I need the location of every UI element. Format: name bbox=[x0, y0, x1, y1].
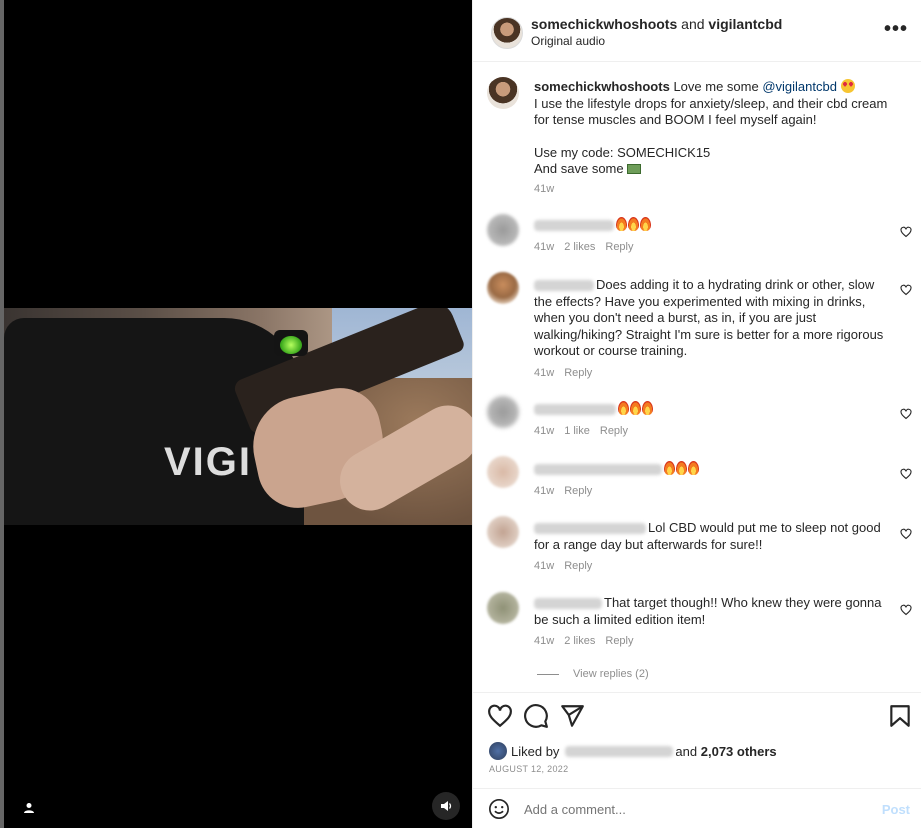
likes-count[interactable]: 2 likes bbox=[564, 241, 595, 253]
audio-label[interactable]: Original audio bbox=[531, 34, 605, 48]
view-replies-button[interactable]: View replies (2) bbox=[537, 668, 649, 680]
like-comment-icon[interactable] bbox=[900, 468, 912, 480]
caption-username[interactable]: somechickwhoshoots bbox=[534, 79, 670, 94]
reply-button[interactable]: Reply bbox=[600, 425, 628, 437]
user-tag-icon[interactable] bbox=[19, 798, 39, 818]
likes-count[interactable]: 2 likes bbox=[564, 635, 595, 647]
commenter-username[interactable] bbox=[534, 404, 616, 416]
emoji-icon[interactable] bbox=[488, 798, 510, 820]
avatar[interactable] bbox=[487, 516, 519, 548]
owner-username[interactable]: somechickwhoshoots bbox=[531, 16, 677, 32]
reply-button[interactable]: Reply bbox=[605, 635, 633, 647]
like-comment-icon[interactable] bbox=[900, 284, 912, 296]
fire-emoji bbox=[640, 217, 651, 231]
post-header: somechickwhoshoots and vigilantcbd Origi… bbox=[473, 0, 921, 62]
liker-username[interactable] bbox=[565, 745, 674, 757]
reply-button[interactable]: Reply bbox=[564, 560, 592, 572]
fire-emoji bbox=[616, 217, 627, 231]
like-comment-icon[interactable] bbox=[900, 528, 912, 540]
sound-icon[interactable] bbox=[432, 792, 460, 820]
share-icon[interactable] bbox=[559, 703, 585, 729]
avatar[interactable] bbox=[487, 592, 519, 624]
avatar[interactable] bbox=[487, 272, 519, 304]
reply-button[interactable]: Reply bbox=[564, 485, 592, 497]
post-button[interactable]: Post bbox=[882, 802, 910, 817]
fire-emoji bbox=[688, 461, 699, 475]
commenter-username[interactable] bbox=[534, 220, 614, 232]
avatar[interactable] bbox=[491, 17, 523, 49]
comment-icon[interactable] bbox=[523, 703, 549, 729]
timestamp: 41w bbox=[534, 182, 555, 195]
post-author-line: somechickwhoshoots and vigilantcbd bbox=[531, 16, 783, 32]
fire-emoji bbox=[630, 401, 641, 415]
avatar bbox=[489, 742, 507, 760]
commenter-username[interactable] bbox=[534, 523, 646, 535]
like-icon[interactable] bbox=[487, 703, 513, 729]
fire-emoji bbox=[642, 401, 653, 415]
like-comment-icon[interactable] bbox=[900, 604, 912, 616]
fire-emoji bbox=[676, 461, 687, 475]
post-date[interactable]: AUGUST 12, 2022 bbox=[489, 764, 568, 774]
caption-code: Use my code: SOMECHICK15 bbox=[534, 144, 711, 160]
post-actions: Liked by and 2,073 others AUGUST 12, 202… bbox=[473, 692, 921, 788]
mention-link[interactable]: @vigilantcbd bbox=[762, 79, 837, 94]
commenter-username[interactable] bbox=[534, 280, 594, 292]
likes-summary[interactable]: Liked by and 2,073 others bbox=[489, 742, 777, 760]
heart-eyes-emoji bbox=[840, 79, 855, 93]
post-sidebar: somechickwhoshoots and vigilantcbd Origi… bbox=[472, 0, 921, 828]
fire-emoji bbox=[628, 217, 639, 231]
more-options-icon[interactable]: ••• bbox=[884, 18, 908, 41]
like-comment-icon[interactable] bbox=[900, 408, 912, 420]
avatar[interactable] bbox=[487, 396, 519, 428]
fire-emoji bbox=[664, 461, 675, 475]
caption-text: I use the lifestyle drops for anxiety/sl… bbox=[534, 95, 888, 128]
avatar[interactable] bbox=[487, 456, 519, 488]
avatar[interactable] bbox=[487, 214, 519, 246]
bookmark-icon[interactable] bbox=[887, 703, 913, 729]
likes-count[interactable]: 1 like bbox=[564, 425, 590, 437]
likes-count[interactable]: 2,073 others bbox=[701, 744, 777, 759]
money-emoji bbox=[627, 164, 642, 174]
commenter-username[interactable] bbox=[534, 598, 602, 610]
reply-button[interactable]: Reply bbox=[605, 241, 633, 253]
commenter-username[interactable] bbox=[534, 464, 662, 476]
avatar[interactable] bbox=[487, 77, 519, 109]
video-pane[interactable]: VIGI bbox=[0, 0, 472, 828]
video-frame[interactable]: VIGI bbox=[4, 308, 472, 525]
fire-emoji bbox=[618, 401, 629, 415]
like-comment-icon[interactable] bbox=[900, 226, 912, 238]
collab-username[interactable]: vigilantcbd bbox=[708, 16, 782, 32]
reply-button[interactable]: Reply bbox=[564, 367, 592, 379]
add-comment-bar: Post bbox=[473, 788, 921, 828]
comment-input[interactable] bbox=[524, 802, 824, 817]
shirt-print: VIGI bbox=[164, 440, 253, 484]
comments-list[interactable]: somechickwhoshoots Love me some @vigilan… bbox=[473, 63, 921, 691]
